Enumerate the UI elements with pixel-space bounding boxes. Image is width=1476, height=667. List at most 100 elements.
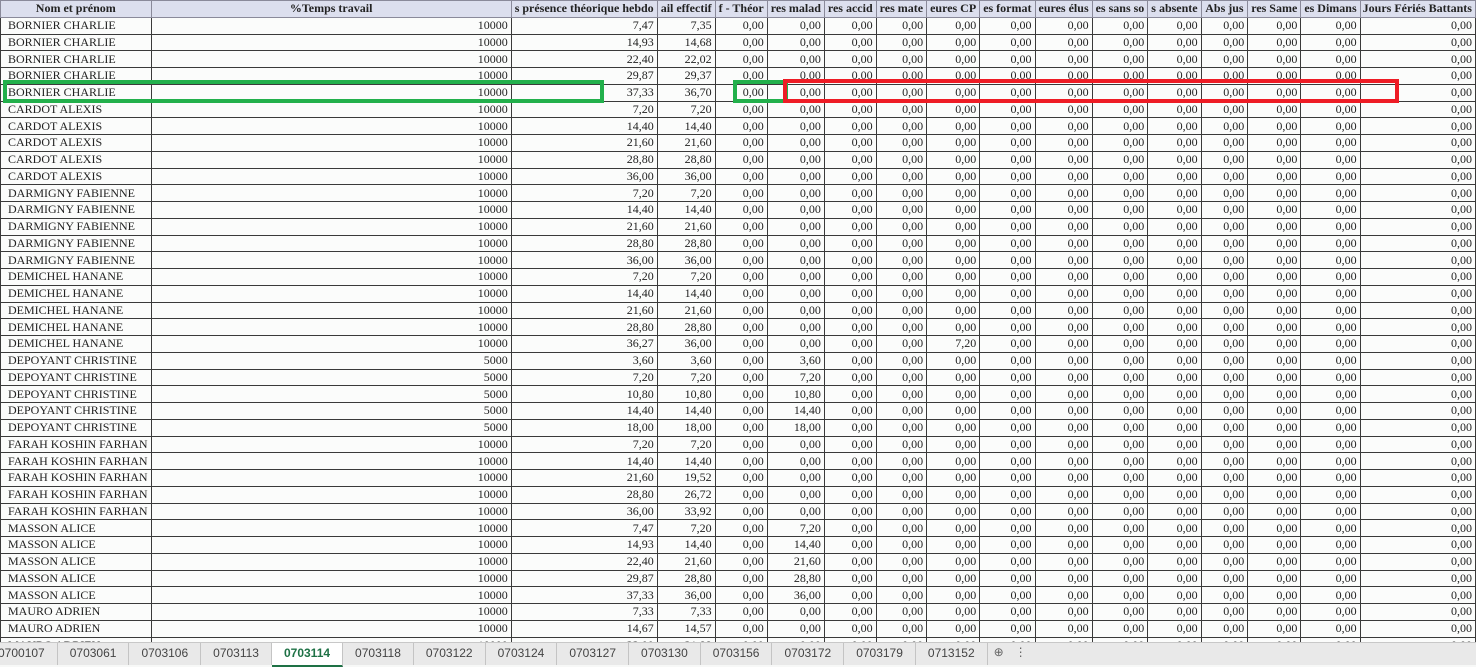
column-header[interactable]: %Temps travail bbox=[150, 0, 512, 18]
cell-absence-value[interactable]: 0,00 bbox=[1300, 67, 1361, 85]
cell-absence-value[interactable]: 0,00 bbox=[1300, 318, 1361, 336]
cell-absence-value[interactable]: 0,00 bbox=[714, 251, 768, 269]
sheet-tab[interactable]: 0703061 bbox=[58, 643, 130, 665]
cell-absence-value[interactable]: 0,00 bbox=[1300, 402, 1361, 420]
cell-absence-value[interactable]: 0,00 bbox=[1091, 452, 1149, 470]
column-header[interactable]: res Same bbox=[1247, 0, 1302, 18]
cell-absence-value[interactable]: 0,00 bbox=[1147, 351, 1202, 370]
cell-absence-value[interactable]: 0,00 bbox=[714, 318, 768, 336]
cell-absence-value[interactable]: 0,00 bbox=[714, 368, 768, 387]
cell-absence-value[interactable]: 0,00 bbox=[1091, 318, 1149, 336]
add-sheet-icon[interactable]: ⊕ bbox=[988, 643, 1010, 665]
cell-absence-value[interactable]: 0,00 bbox=[1147, 67, 1202, 85]
cell-absence-value[interactable]: 0,00 bbox=[1147, 301, 1202, 320]
cell-absence-value[interactable]: 0,00 bbox=[1359, 234, 1476, 253]
cell-absence-value[interactable]: 0,00 bbox=[714, 402, 768, 420]
cell-absence-value[interactable]: 0,00 bbox=[875, 150, 928, 169]
cell-absence-value[interactable]: 0,00 bbox=[1091, 201, 1149, 219]
cell-absence-value[interactable]: 0,00 bbox=[1091, 50, 1149, 68]
cell-absence-value[interactable]: 0,00 bbox=[979, 100, 1036, 119]
cell-absence-value[interactable]: 0,00 bbox=[823, 619, 877, 638]
column-header[interactable]: res mate bbox=[875, 0, 928, 18]
cell-presence-theorique[interactable]: 7,47 bbox=[510, 16, 658, 35]
cell-absence-value[interactable]: 0,00 bbox=[1200, 16, 1249, 35]
cell-travail-effectif[interactable]: 14,57 bbox=[656, 619, 716, 638]
cell-absence-value[interactable]: 3,60 bbox=[766, 351, 825, 370]
cell-absence-value[interactable]: 0,00 bbox=[766, 603, 825, 621]
cell-absence-value[interactable]: 0,00 bbox=[875, 536, 928, 554]
cell-presence-theorique[interactable]: 28,80 bbox=[510, 318, 658, 336]
cell-absence-value[interactable]: 0,00 bbox=[1247, 485, 1302, 504]
cell-absence-value[interactable]: 0,00 bbox=[875, 83, 928, 102]
cell-absence-value[interactable]: 0,00 bbox=[1091, 619, 1149, 638]
cell-absence-value[interactable]: 0,00 bbox=[823, 502, 877, 521]
cell-absence-value[interactable]: 0,00 bbox=[1300, 452, 1361, 470]
cell-absence-value[interactable]: 0,00 bbox=[766, 234, 825, 253]
cell-absence-value[interactable]: 0,00 bbox=[1247, 418, 1302, 437]
cell-absence-value[interactable]: 0,00 bbox=[714, 301, 768, 320]
cell-absence-value[interactable]: 0,00 bbox=[1359, 150, 1476, 169]
cell-absence-value[interactable]: 0,00 bbox=[926, 100, 981, 119]
cell-absence-value[interactable]: 0,00 bbox=[1200, 603, 1249, 621]
cell-absence-value[interactable]: 0,00 bbox=[926, 318, 981, 336]
cell-pct-temps-travail[interactable]: 10000 bbox=[150, 586, 512, 604]
cell-absence-value[interactable]: 0,00 bbox=[979, 217, 1036, 236]
cell-pct-temps-travail[interactable]: 10000 bbox=[150, 117, 512, 135]
cell-absence-value[interactable]: 0,00 bbox=[1147, 536, 1202, 554]
cell-absence-value[interactable]: 0,00 bbox=[1200, 619, 1249, 638]
cell-absence-value[interactable]: 0,00 bbox=[1359, 100, 1476, 119]
cell-absence-value[interactable]: 0,00 bbox=[979, 284, 1036, 303]
cell-pct-temps-travail[interactable]: 10000 bbox=[150, 536, 512, 554]
cell-absence-value[interactable]: 0,00 bbox=[1200, 335, 1249, 353]
cell-name[interactable]: DEPOYANT CHRISTINE bbox=[0, 418, 152, 437]
cell-presence-theorique[interactable]: 28,80 bbox=[510, 234, 658, 253]
cell-absence-value[interactable]: 0,00 bbox=[875, 67, 928, 85]
cell-absence-value[interactable]: 0,00 bbox=[1034, 134, 1093, 152]
cell-absence-value[interactable]: 0,00 bbox=[1359, 519, 1476, 537]
cell-travail-effectif[interactable]: 10,80 bbox=[656, 385, 716, 403]
sheet-tab[interactable]: 0703114 bbox=[271, 643, 344, 667]
cell-absence-value[interactable]: 0,00 bbox=[1034, 619, 1093, 638]
cell-absence-value[interactable]: 0,00 bbox=[1147, 100, 1202, 119]
cell-absence-value[interactable]: 0,00 bbox=[714, 234, 768, 253]
cell-absence-value[interactable]: 0,00 bbox=[1147, 134, 1202, 152]
cell-absence-value[interactable]: 0,00 bbox=[766, 452, 825, 470]
cell-absence-value[interactable]: 0,00 bbox=[766, 67, 825, 85]
cell-absence-value[interactable]: 0,00 bbox=[1091, 569, 1149, 588]
cell-absence-value[interactable]: 0,00 bbox=[1200, 217, 1249, 236]
cell-absence-value[interactable]: 0,00 bbox=[1300, 469, 1361, 487]
cell-absence-value[interactable]: 0,00 bbox=[926, 536, 981, 554]
cell-absence-value[interactable]: 0,00 bbox=[926, 167, 981, 186]
cell-absence-value[interactable]: 0,00 bbox=[875, 603, 928, 621]
cell-travail-effectif[interactable]: 14,40 bbox=[656, 452, 716, 470]
cell-pct-temps-travail[interactable]: 10000 bbox=[150, 452, 512, 470]
cell-pct-temps-travail[interactable]: 10000 bbox=[150, 234, 512, 253]
cell-absence-value[interactable]: 0,00 bbox=[1300, 552, 1361, 571]
cell-absence-value[interactable]: 0,00 bbox=[1091, 16, 1149, 35]
cell-absence-value[interactable]: 0,00 bbox=[1147, 552, 1202, 571]
cell-absence-value[interactable]: 0,00 bbox=[979, 385, 1036, 403]
cell-absence-value[interactable]: 0,00 bbox=[1091, 117, 1149, 135]
sheet-tab[interactable]: 0703127 bbox=[557, 643, 630, 665]
cell-absence-value[interactable]: 0,00 bbox=[926, 402, 981, 420]
cell-name[interactable]: BORNIER CHARLIE bbox=[0, 33, 152, 52]
cell-absence-value[interactable]: 0,00 bbox=[1359, 301, 1476, 320]
cell-absence-value[interactable]: 0,00 bbox=[979, 402, 1036, 420]
cell-absence-value[interactable]: 0,00 bbox=[1359, 335, 1476, 353]
cell-absence-value[interactable]: 0,00 bbox=[1091, 234, 1149, 253]
cell-name[interactable]: FARAH KOSHIN FARHAN bbox=[0, 485, 152, 504]
cell-absence-value[interactable]: 0,00 bbox=[1359, 184, 1476, 202]
cell-absence-value[interactable]: 0,00 bbox=[766, 268, 825, 286]
cell-absence-value[interactable]: 0,00 bbox=[979, 335, 1036, 353]
cell-absence-value[interactable]: 0,00 bbox=[1200, 418, 1249, 437]
cell-absence-value[interactable]: 0,00 bbox=[1300, 536, 1361, 554]
cell-pct-temps-travail[interactable]: 10000 bbox=[150, 603, 512, 621]
cell-absence-value[interactable]: 0,00 bbox=[1300, 586, 1361, 604]
cell-absence-value[interactable]: 0,00 bbox=[1034, 251, 1093, 269]
cell-absence-value[interactable]: 0,00 bbox=[1091, 536, 1149, 554]
cell-presence-theorique[interactable]: 18,00 bbox=[510, 418, 658, 437]
cell-name[interactable]: DARMIGNY FABIENNE bbox=[0, 251, 152, 269]
cell-absence-value[interactable]: 0,00 bbox=[1247, 251, 1302, 269]
cell-absence-value[interactable]: 0,00 bbox=[766, 33, 825, 52]
cell-absence-value[interactable]: 0,00 bbox=[823, 552, 877, 571]
